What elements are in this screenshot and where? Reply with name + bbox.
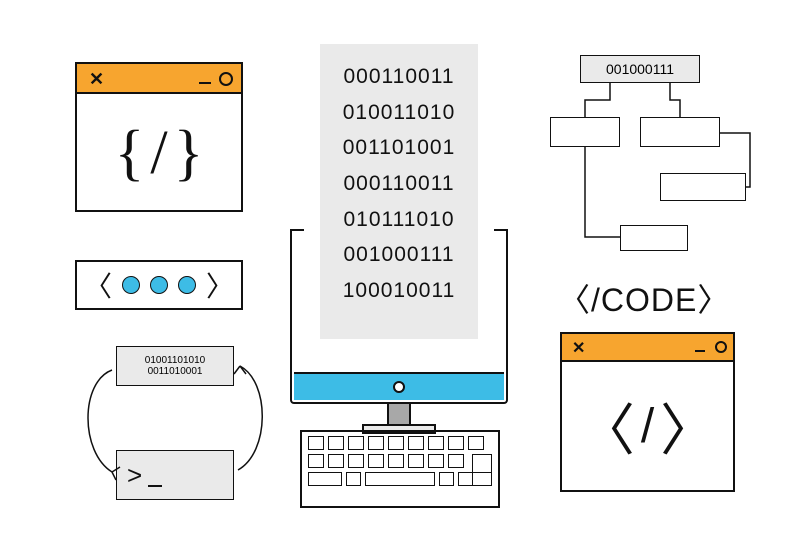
binary-line: 000110011: [320, 166, 478, 202]
chevron-left-icon[interactable]: 〈: [84, 265, 112, 305]
key-icon: [308, 436, 324, 450]
flow-connectors: [550, 55, 760, 265]
code-window-angles: ✕ 〈 / 〉: [560, 332, 735, 492]
spacebar-icon: [365, 472, 434, 486]
key-icon: [388, 454, 404, 468]
binary-line: 000110011: [320, 59, 478, 95]
dot-icon: [178, 276, 196, 294]
maximize-icon[interactable]: [715, 341, 727, 353]
cycle-diagram: 01001101010 0011010001 >: [68, 342, 278, 522]
window-body: { / }: [77, 94, 241, 212]
key-icon: [408, 436, 424, 450]
window-titlebar: ✕: [77, 64, 241, 94]
angle-right-icon: 〉: [697, 282, 730, 318]
angle-right-icon: 〉: [660, 386, 716, 467]
key-icon: [328, 436, 344, 450]
pagination-widget: 〈 〉: [75, 260, 243, 310]
key-icon: [428, 436, 444, 450]
flowchart-diagram: 001000111: [550, 55, 750, 255]
key-row: [302, 450, 498, 468]
dot-icon: [122, 276, 140, 294]
monitor-neck: [387, 404, 411, 426]
angle-left-icon: 〈: [558, 282, 591, 318]
power-button-icon[interactable]: [393, 381, 405, 393]
key-icon: [428, 454, 444, 468]
angle-left-icon: 〈: [579, 386, 635, 467]
window-body: 〈 / 〉: [562, 362, 733, 490]
slash-icon: /: [591, 282, 601, 318]
key-icon: [308, 472, 342, 486]
minimize-icon[interactable]: [199, 82, 211, 84]
key-icon: [448, 436, 464, 450]
code-word: CODE: [601, 282, 697, 318]
key-icon: [328, 454, 344, 468]
maximize-icon[interactable]: [219, 72, 233, 86]
dot-icon: [150, 276, 168, 294]
brace-left-icon: {: [115, 118, 145, 189]
window-titlebar: ✕: [562, 334, 733, 362]
binary-line: 010011010: [320, 95, 478, 131]
minimize-icon[interactable]: [695, 350, 705, 352]
close-icon[interactable]: ✕: [89, 69, 104, 90]
close-icon[interactable]: ✕: [572, 338, 585, 358]
key-icon: [308, 454, 324, 468]
key-icon: [448, 454, 464, 468]
key-row: [302, 468, 498, 486]
key-icon: [368, 436, 384, 450]
key-icon: [348, 454, 364, 468]
key-icon: [408, 454, 424, 468]
enter-key-icon: [472, 454, 492, 486]
key-icon: [388, 436, 404, 450]
code-window-braces: ✕ { / }: [75, 62, 243, 212]
code-tag-label: 〈/CODE〉: [558, 275, 730, 321]
monitor-frame: [290, 229, 508, 404]
key-icon: [368, 454, 384, 468]
key-icon: [439, 472, 455, 486]
key-row: [302, 432, 498, 450]
monitor-icon: [290, 229, 508, 449]
keyboard-icon: [300, 430, 500, 508]
monitor-bezel: [294, 372, 504, 400]
key-icon: [346, 472, 362, 486]
key-icon: [348, 436, 364, 450]
key-icon: [468, 436, 484, 450]
slash-icon: /: [150, 118, 167, 189]
chevron-right-icon[interactable]: 〉: [206, 265, 234, 305]
binary-line: 001101001: [320, 130, 478, 166]
cycle-arrows: [68, 342, 278, 522]
slash-icon: /: [641, 399, 654, 454]
brace-right-icon: }: [174, 118, 204, 189]
